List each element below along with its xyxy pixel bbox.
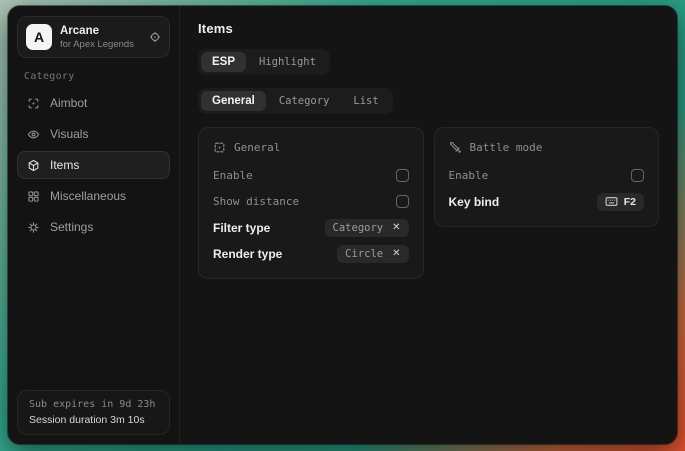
page-title: Items [198, 21, 659, 36]
sword-icon [449, 141, 462, 154]
panel-title: General [234, 141, 280, 154]
setting-row-enable: Enable [213, 163, 409, 188]
select-value: Circle [345, 248, 383, 260]
session-duration-text: Session duration 3m 10s [29, 414, 158, 426]
package-icon [27, 159, 40, 172]
eye-icon [27, 128, 40, 141]
keyboard-icon [605, 196, 618, 207]
tab-category[interactable]: Category [268, 91, 341, 111]
sidebar-item-items[interactable]: Items [17, 151, 170, 179]
setting-label: Filter type [213, 221, 270, 235]
setting-row-key-bind: Key bind F2 [449, 189, 645, 214]
sidebar-item-label: Settings [50, 220, 93, 234]
sidebar-item-miscellaneous[interactable]: Miscellaneous [17, 182, 170, 210]
setting-row-enable: Enable [449, 163, 645, 188]
sidebar-item-label: Aimbot [50, 96, 87, 110]
desktop-wallpaper: A Arcane for Apex Legends Category [0, 0, 685, 451]
panels-row: General Enable Show distance Filter type… [198, 127, 659, 279]
setting-row-filter-type: Filter type Category ✕ [213, 215, 409, 240]
sidebar-spacer [17, 244, 170, 390]
dashed-frame-icon [213, 141, 226, 154]
sidebar-item-settings[interactable]: Settings [17, 213, 170, 241]
setting-row-render-type: Render type Circle ✕ [213, 241, 409, 266]
keybind-button[interactable]: F2 [597, 193, 644, 211]
setting-row-show-distance: Show distance [213, 189, 409, 214]
subscription-card: Sub expires in 9d 23h Session duration 3… [17, 390, 170, 435]
enable-checkbox[interactable] [396, 169, 409, 182]
panel-battle-mode-header: Battle mode [449, 141, 645, 154]
sidebar-item-aimbot[interactable]: Aimbot [17, 89, 170, 117]
keybind-value: F2 [624, 196, 636, 208]
sidebar: A Arcane for Apex Legends Category [8, 6, 180, 444]
sidebar-item-label: Items [50, 158, 79, 172]
app-name: Arcane [60, 25, 134, 37]
tab-general[interactable]: General [201, 91, 266, 111]
app-header-card: A Arcane for Apex Legends [17, 16, 170, 58]
category-section-label: Category [24, 71, 163, 82]
grid-icon [27, 190, 40, 203]
sub-expires-text: Sub expires in 9d 23h [29, 399, 158, 410]
select-value: Category [333, 222, 384, 234]
setting-label: Render type [213, 247, 282, 261]
battle-enable-checkbox[interactable] [631, 169, 644, 182]
setting-label: Enable [213, 169, 253, 182]
scan-crosshair-icon [27, 97, 40, 110]
tab-esp[interactable]: ESP [201, 52, 246, 72]
panel-battle-mode: Battle mode Enable Key bind [434, 127, 660, 227]
view-tab-group: General Category List [198, 88, 393, 114]
filter-type-select[interactable]: Category ✕ [325, 219, 409, 237]
tab-highlight[interactable]: Highlight [248, 52, 327, 72]
panel-general: General Enable Show distance Filter type… [198, 127, 424, 279]
gear-icon [27, 221, 40, 234]
app-meta: Arcane for Apex Legends [60, 25, 134, 50]
setting-label: Key bind [449, 195, 500, 209]
app-logo: A [26, 24, 52, 50]
sidebar-item-visuals[interactable]: Visuals [17, 120, 170, 148]
sidebar-item-label: Visuals [50, 127, 88, 141]
tab-list[interactable]: List [342, 91, 389, 111]
panel-general-header: General [213, 141, 409, 154]
setting-label: Show distance [213, 195, 299, 208]
setting-label: Enable [449, 169, 489, 182]
render-type-select[interactable]: Circle ✕ [337, 245, 408, 263]
panel-title: Battle mode [470, 141, 543, 154]
mode-tab-group: ESP Highlight [198, 49, 330, 75]
show-distance-checkbox[interactable] [396, 195, 409, 208]
clear-icon[interactable]: ✕ [392, 223, 400, 233]
app-subtitle: for Apex Legends [60, 39, 134, 50]
app-window: A Arcane for Apex Legends Category [8, 6, 677, 444]
sidebar-item-label: Miscellaneous [50, 189, 126, 203]
clear-icon[interactable]: ✕ [392, 249, 400, 259]
main-content: Items ESP Highlight General Category Lis… [180, 6, 677, 444]
target-icon[interactable] [149, 31, 161, 43]
